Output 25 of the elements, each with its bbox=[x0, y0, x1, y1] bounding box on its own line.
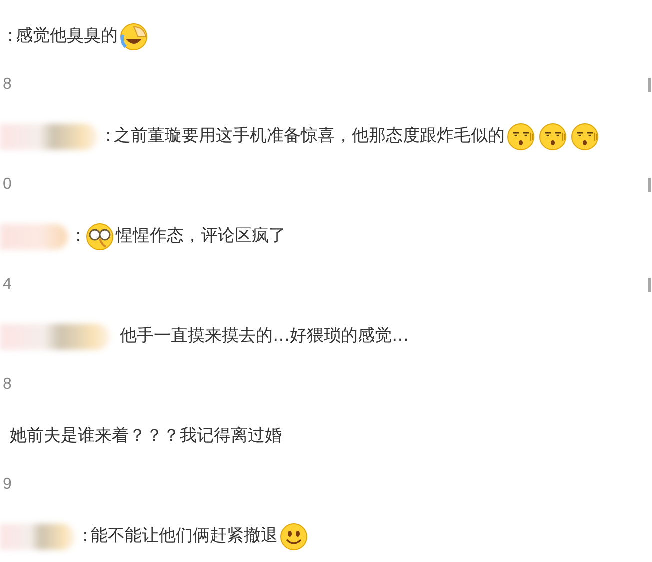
glasses-face-icon bbox=[86, 223, 114, 251]
comment-time: 8 bbox=[3, 375, 12, 395]
colon: ： bbox=[100, 125, 114, 148]
comment-text: 能不能让他们俩赶紧撤退 bbox=[91, 525, 278, 548]
comment-time: 0 bbox=[3, 175, 12, 195]
laughing-face-icon bbox=[120, 23, 148, 51]
comment-time: 8 bbox=[3, 75, 12, 95]
blurred-username bbox=[0, 224, 68, 250]
comment-text: 他手一直摸来摸去的…好猥琐的感觉… bbox=[120, 325, 409, 348]
smiling-face-icon bbox=[280, 523, 308, 551]
action-icon[interactable] bbox=[648, 178, 651, 192]
colon: ： bbox=[2, 25, 16, 48]
action-icon[interactable] bbox=[648, 78, 651, 92]
comment-time: 4 bbox=[3, 275, 12, 295]
squinting-face-icon bbox=[571, 123, 599, 151]
comment-text: 感觉他臭臭的 bbox=[16, 25, 118, 48]
comment-text: 之前董璇要用这手机准备惊喜，他那态度跟炸毛似的 bbox=[114, 125, 505, 148]
squinting-face-icon bbox=[539, 123, 567, 151]
action-icon[interactable] bbox=[648, 278, 651, 292]
comment-text: 她前夫是谁来着？？？我记得离过婚 bbox=[10, 425, 282, 448]
squinting-face-icon bbox=[507, 123, 535, 151]
comment-time: 9 bbox=[3, 475, 12, 495]
colon: ： bbox=[77, 525, 91, 548]
colon: ： bbox=[70, 225, 84, 248]
comment-text: 惺惺作态，评论区疯了 bbox=[116, 225, 286, 248]
